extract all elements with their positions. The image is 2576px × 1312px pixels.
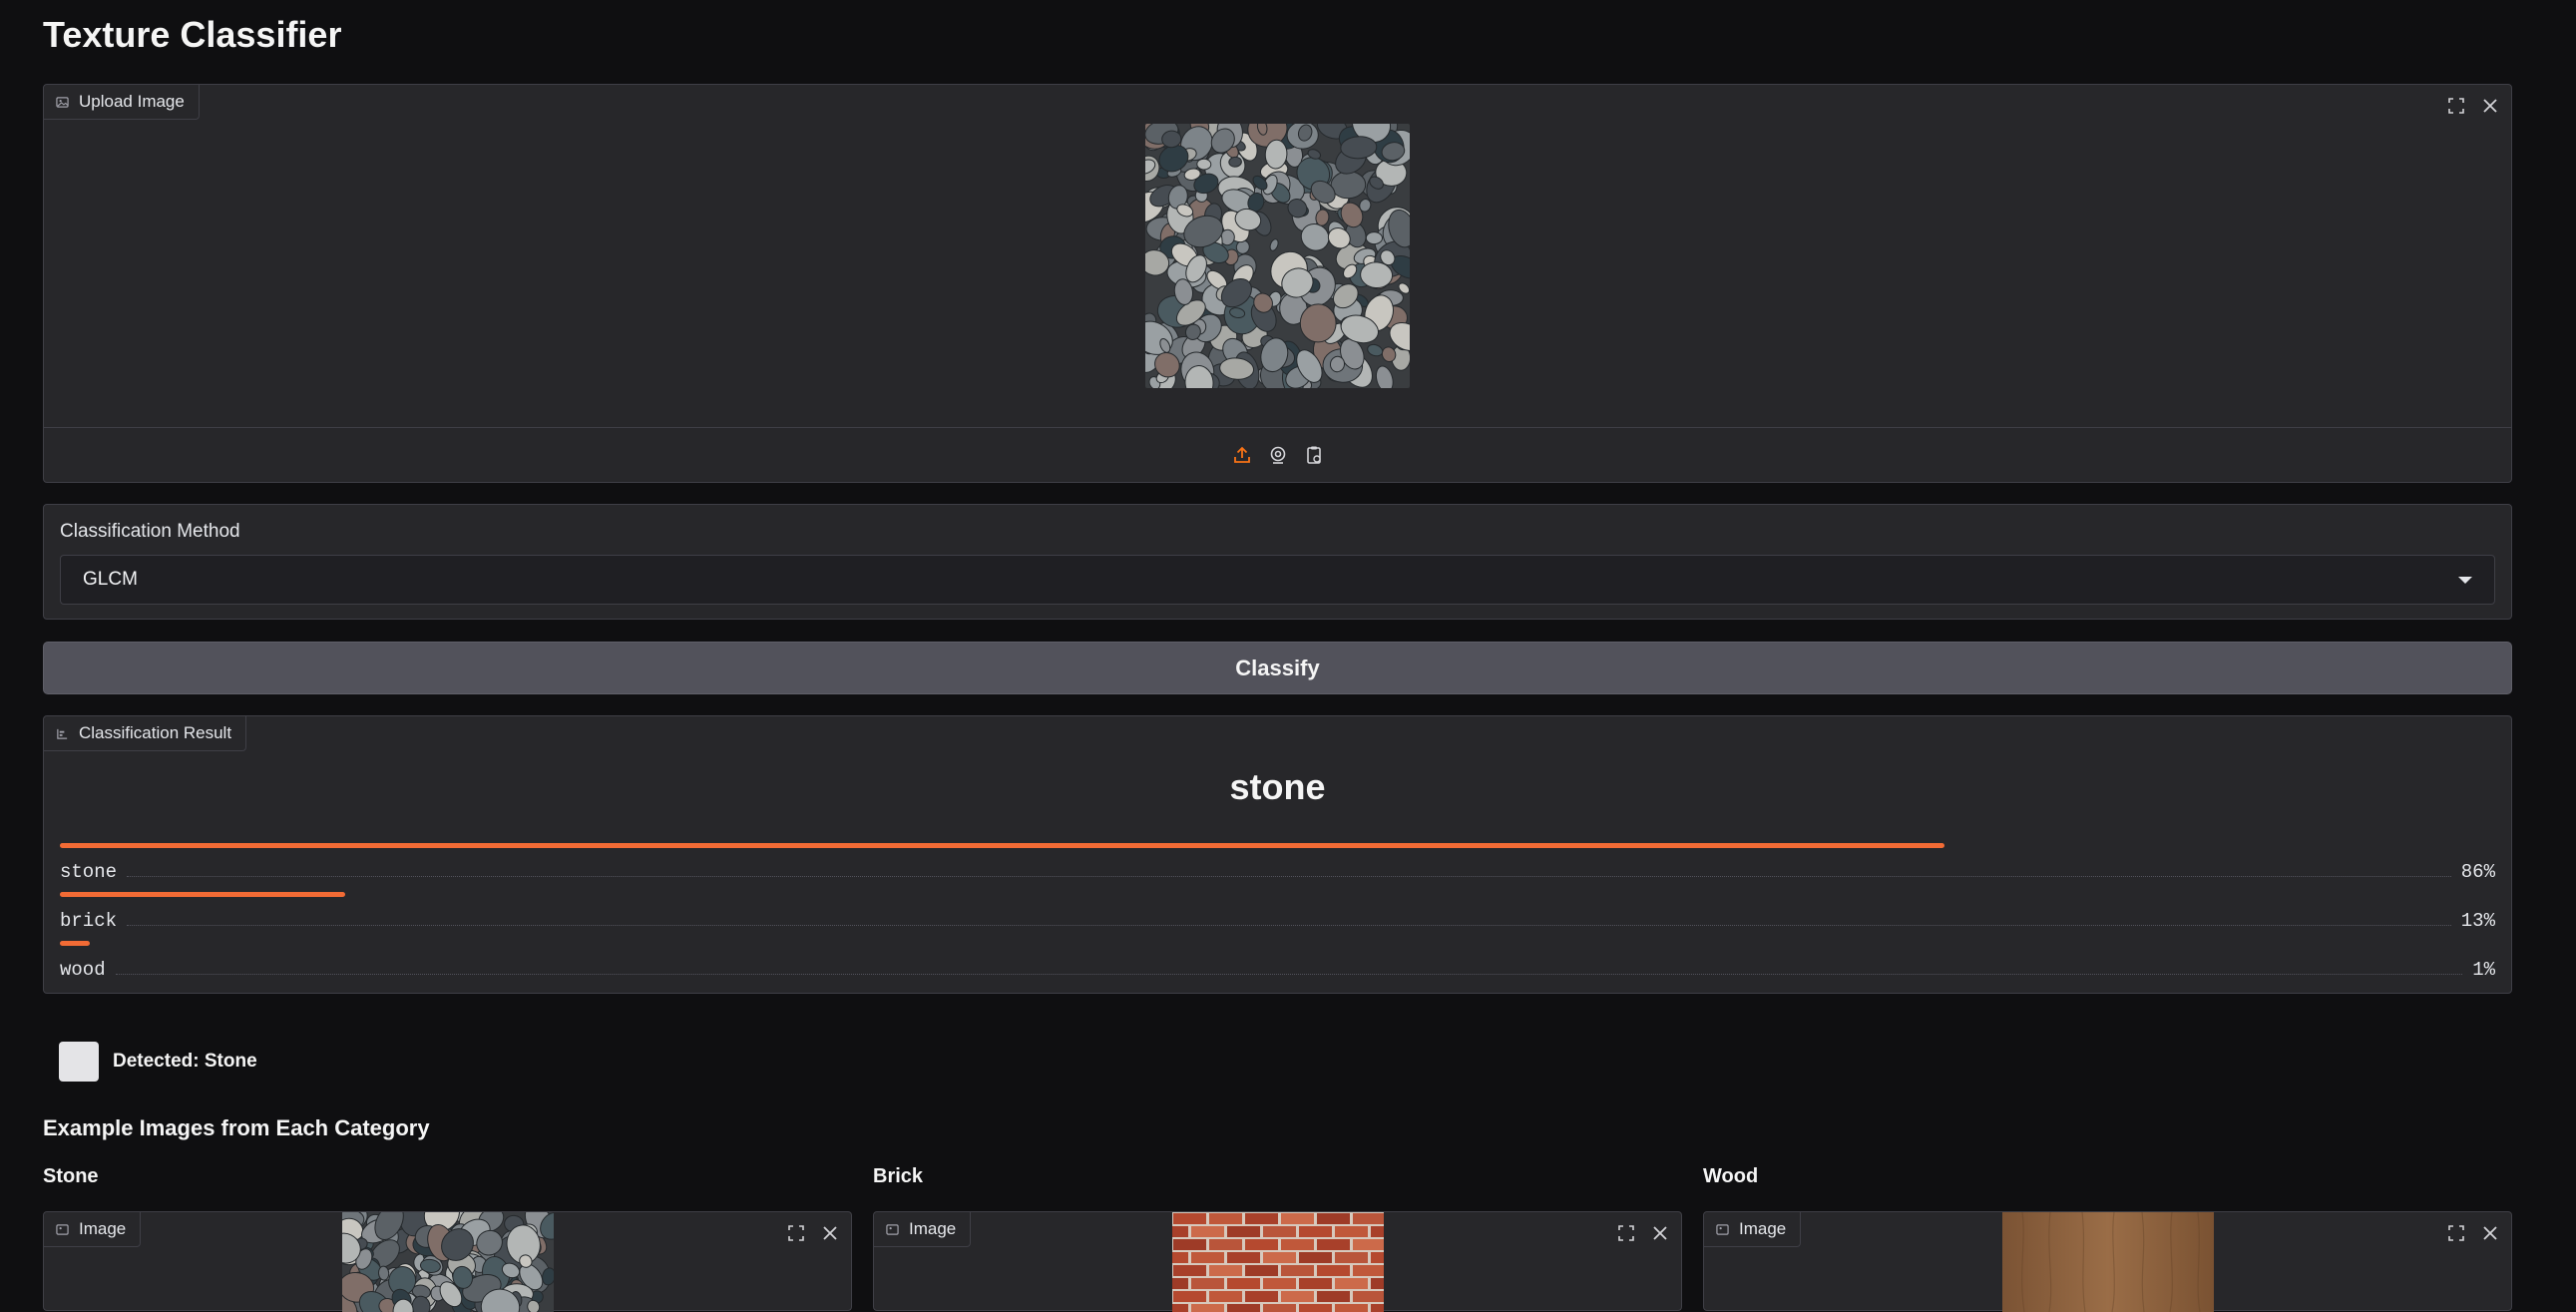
- confidence-row: stone 86%: [60, 843, 2495, 892]
- examples-heading: Example Images from Each Category: [43, 1115, 430, 1140]
- image-source-bar: [44, 427, 2511, 482]
- close-icon: [1653, 1226, 1667, 1240]
- example-image-label: Image: [909, 1219, 957, 1238]
- close-icon: [2483, 99, 2497, 113]
- confidence-label: brick: [60, 910, 118, 932]
- confidence-bar: [60, 843, 1944, 848]
- clear-image-button[interactable]: [819, 1222, 841, 1244]
- detected-indicator: Detected: Stone: [59, 1042, 257, 1082]
- upload-image-label: Upload Image: [79, 92, 185, 111]
- label-icon: [57, 728, 68, 739]
- image-icon: [56, 1223, 69, 1235]
- example-image-label-tab: Image: [874, 1212, 972, 1247]
- classification-result-label: Classification Result: [79, 723, 232, 742]
- confidence-percent: 13%: [2460, 910, 2495, 932]
- classification-result-label-tab: Classification Result: [44, 716, 247, 751]
- upload-image-label-tab: Upload Image: [44, 85, 200, 120]
- upload-source-button[interactable]: [1231, 444, 1253, 466]
- example-image-label: Image: [79, 1219, 127, 1238]
- example-image-label-tab: Image: [44, 1212, 142, 1247]
- classification-method-panel: Classification Method GLCM: [43, 504, 2512, 620]
- confidence-row: wood 1%: [60, 941, 2495, 990]
- classify-button[interactable]: Classify: [43, 642, 2512, 694]
- predicted-label: stone: [1229, 766, 1326, 807]
- category-title-wood: Wood: [1703, 1165, 1759, 1187]
- confidence-label: wood: [60, 959, 106, 981]
- fullscreen-icon: [788, 1225, 804, 1241]
- image-icon: [1716, 1223, 1729, 1235]
- example-image-label: Image: [1739, 1219, 1787, 1238]
- clear-image-button[interactable]: [2479, 95, 2501, 117]
- confidence-list: stone 86% brick 13% wood 1%: [60, 843, 2495, 990]
- chevron-down-icon: [2458, 576, 2472, 584]
- clipboard-source-button[interactable]: [1303, 444, 1325, 466]
- confidence-bar: [60, 941, 90, 946]
- confidence-row: brick 13%: [60, 892, 2495, 941]
- classification-result-panel: Classification Result stone stone 86% bric…: [43, 715, 2512, 994]
- confidence-bar: [60, 892, 345, 897]
- fullscreen-icon: [2448, 98, 2464, 114]
- confidence-percent: 1%: [2472, 959, 2495, 981]
- close-icon: [823, 1226, 837, 1240]
- clear-image-button[interactable]: [1649, 1222, 1671, 1244]
- image-icon: [886, 1223, 899, 1235]
- fullscreen-button[interactable]: [785, 1222, 807, 1244]
- category-title-brick: Brick: [873, 1165, 924, 1187]
- fullscreen-button[interactable]: [2445, 1222, 2467, 1244]
- stone-example-image: [341, 1212, 554, 1312]
- webcam-source-button[interactable]: [1267, 444, 1289, 466]
- confidence-percent: 86%: [2460, 861, 2495, 883]
- fullscreen-icon: [2448, 1225, 2464, 1241]
- uploaded-stone-image: [1145, 124, 1410, 388]
- wood-example-image: [2001, 1212, 2214, 1312]
- clipboard-icon: [1306, 446, 1321, 464]
- fullscreen-button[interactable]: [2445, 95, 2467, 117]
- upload-icon: [1233, 446, 1250, 463]
- webcam-icon: [1270, 446, 1285, 464]
- example-image-wood: Image: [1703, 1211, 2512, 1312]
- classification-method-value: GLCM: [83, 569, 138, 590]
- page-title: Texture Classifier: [43, 14, 342, 55]
- confidence-label: stone: [60, 861, 118, 883]
- example-image-brick: Image: [873, 1211, 1682, 1312]
- classification-method-dropdown[interactable]: GLCM: [60, 555, 2495, 605]
- upload-image-panel[interactable]: Upload Image: [43, 84, 2512, 483]
- example-image-stone: Image: [43, 1211, 852, 1312]
- detected-text: Detected: Stone: [113, 1051, 257, 1072]
- close-icon: [2483, 1226, 2497, 1240]
- clear-image-button[interactable]: [2479, 1222, 2501, 1244]
- fullscreen-icon: [1618, 1225, 1634, 1241]
- detected-color-swatch: [59, 1042, 99, 1082]
- classification-method-label: Classification Method: [60, 521, 240, 542]
- category-title-stone: Stone: [43, 1165, 99, 1187]
- image-icon: [56, 96, 69, 108]
- fullscreen-button[interactable]: [1615, 1222, 1637, 1244]
- brick-example-image: [1171, 1212, 1384, 1312]
- example-image-label-tab: Image: [1704, 1212, 1802, 1247]
